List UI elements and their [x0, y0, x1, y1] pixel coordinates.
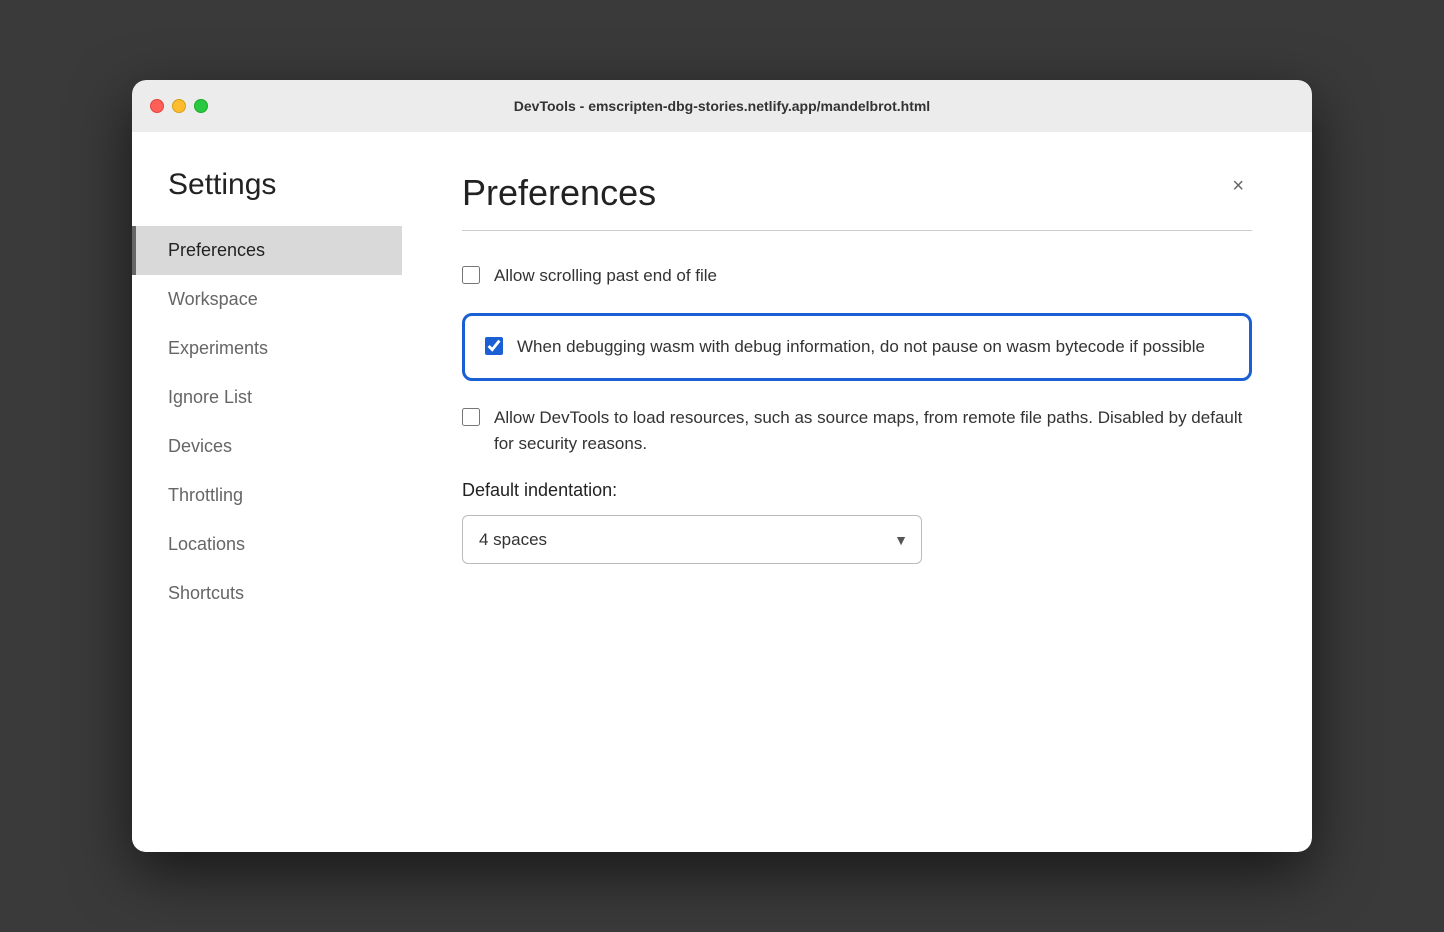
- settings-panel: Preferences × Allow scrolling past end o…: [402, 132, 1312, 852]
- wasm-debug-label[interactable]: When debugging wasm with debug informati…: [517, 334, 1205, 360]
- title-bar: DevTools - emscripten-dbg-stories.netlif…: [132, 80, 1312, 132]
- panel-header: Preferences ×: [462, 172, 1252, 214]
- indentation-section: Default indentation: 2 spaces 4 spaces 8…: [462, 480, 1252, 564]
- panel-divider: [462, 230, 1252, 231]
- remote-checkbox-wrapper: [462, 408, 480, 431]
- sidebar-item-throttling[interactable]: Throttling: [132, 471, 402, 520]
- close-button[interactable]: ×: [1224, 172, 1252, 200]
- indentation-label: Default indentation:: [462, 480, 1252, 501]
- devtools-window: DevTools - emscripten-dbg-stories.netlif…: [132, 80, 1312, 852]
- setting-scroll-past-end: Allow scrolling past end of file: [462, 263, 1252, 289]
- sidebar-item-ignore-list[interactable]: Ignore List: [132, 373, 402, 422]
- scroll-past-end-checkbox[interactable]: [462, 266, 480, 284]
- minimize-traffic-light[interactable]: [172, 99, 186, 113]
- scroll-checkbox-wrapper: [462, 266, 480, 289]
- main-content: Settings Preferences Workspace Experimen…: [132, 132, 1312, 852]
- indentation-select[interactable]: 2 spaces 4 spaces 8 spaces Tab character: [462, 515, 922, 564]
- sidebar-item-devices[interactable]: Devices: [132, 422, 402, 471]
- sidebar-item-locations[interactable]: Locations: [132, 520, 402, 569]
- window-title: DevTools - emscripten-dbg-stories.netlif…: [514, 98, 930, 114]
- sidebar: Settings Preferences Workspace Experimen…: [132, 132, 402, 852]
- remote-file-paths-label[interactable]: Allow DevTools to load resources, such a…: [494, 405, 1252, 456]
- remote-file-paths-checkbox[interactable]: [462, 408, 480, 426]
- panel-title: Preferences: [462, 172, 656, 214]
- traffic-lights: [150, 99, 208, 113]
- setting-remote-file-paths: Allow DevTools to load resources, such a…: [462, 405, 1252, 456]
- sidebar-item-experiments[interactable]: Experiments: [132, 324, 402, 373]
- sidebar-item-shortcuts[interactable]: Shortcuts: [132, 569, 402, 618]
- indentation-dropdown-wrapper: 2 spaces 4 spaces 8 spaces Tab character…: [462, 515, 922, 564]
- setting-wasm-debug: When debugging wasm with debug informati…: [462, 313, 1252, 381]
- scroll-past-end-label[interactable]: Allow scrolling past end of file: [494, 263, 717, 289]
- close-traffic-light[interactable]: [150, 99, 164, 113]
- sidebar-heading: Settings: [132, 168, 402, 226]
- wasm-debug-checkbox[interactable]: [485, 337, 503, 355]
- wasm-checkbox-wrapper: [485, 337, 503, 360]
- sidebar-item-workspace[interactable]: Workspace: [132, 275, 402, 324]
- sidebar-item-preferences[interactable]: Preferences: [132, 226, 402, 275]
- maximize-traffic-light[interactable]: [194, 99, 208, 113]
